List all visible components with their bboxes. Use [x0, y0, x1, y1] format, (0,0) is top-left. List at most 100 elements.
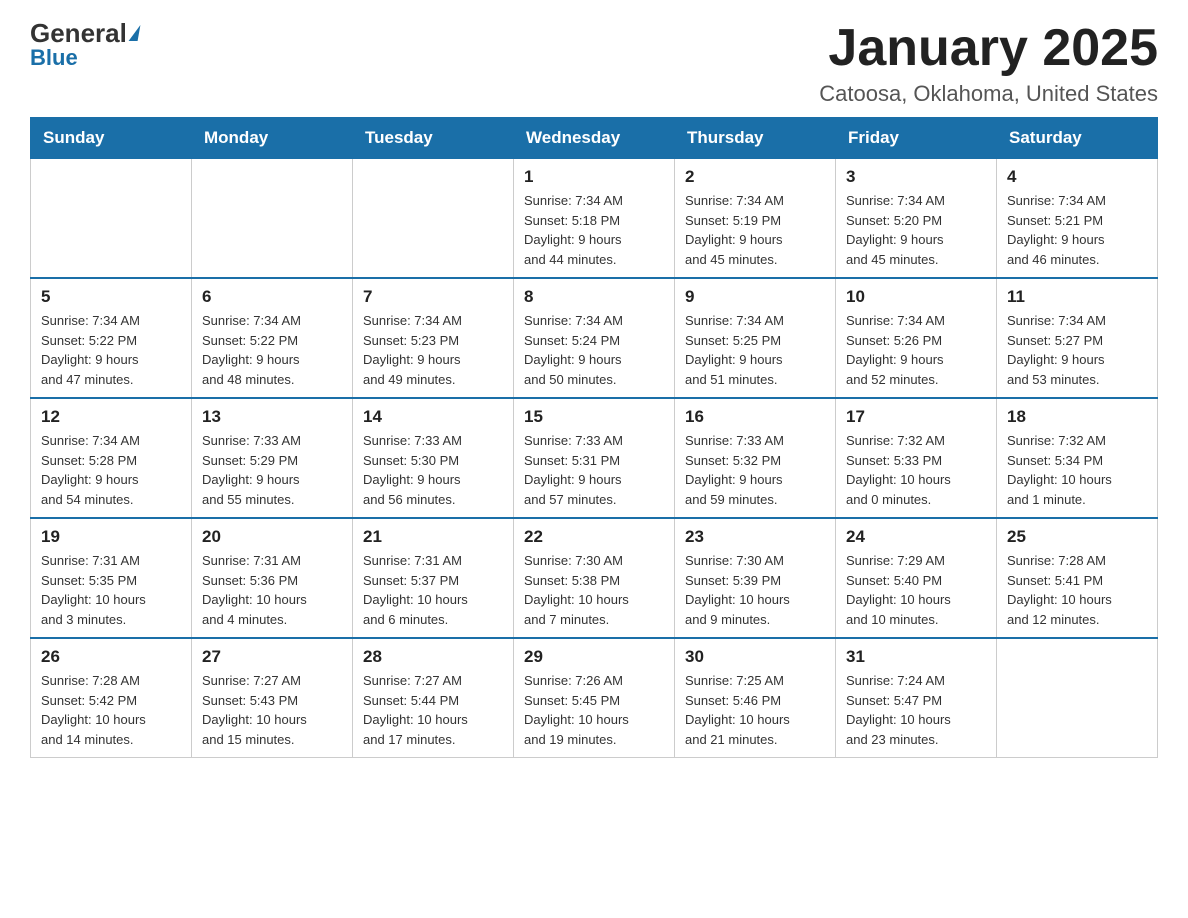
calendar-cell: 9 Sunrise: 7:34 AM Sunset: 5:25 PM Daylig… — [675, 278, 836, 398]
day-number: 21 — [363, 527, 503, 547]
calendar-week-row: 1 Sunrise: 7:34 AM Sunset: 5:18 PM Daylig… — [31, 159, 1158, 279]
title-block: January 2025 Catoosa, Oklahoma, United S… — [819, 20, 1158, 107]
day-info: Sunrise: 7:34 AM Sunset: 5:27 PM Dayligh… — [1007, 311, 1147, 389]
day-info: Sunrise: 7:27 AM Sunset: 5:43 PM Dayligh… — [202, 671, 342, 749]
day-info: Sunrise: 7:34 AM Sunset: 5:21 PM Dayligh… — [1007, 191, 1147, 269]
calendar-cell: 17 Sunrise: 7:32 AM Sunset: 5:33 PM Dayli… — [836, 398, 997, 518]
calendar-cell: 23Sunrise: 7:30 AM Sunset: 5:39 PM Dayli… — [675, 518, 836, 638]
day-number: 5 — [41, 287, 181, 307]
day-info: Sunrise: 7:34 AM Sunset: 5:22 PM Dayligh… — [202, 311, 342, 389]
calendar-cell: 1 Sunrise: 7:34 AM Sunset: 5:18 PM Daylig… — [514, 159, 675, 279]
day-info: Sunrise: 7:34 AM Sunset: 5:28 PM Dayligh… — [41, 431, 181, 509]
day-info: Sunrise: 7:29 AM Sunset: 5:40 PM Dayligh… — [846, 551, 986, 629]
calendar-cell — [353, 159, 514, 279]
weekday-header-wednesday: Wednesday — [514, 118, 675, 159]
calendar-cell: 22 Sunrise: 7:30 AM Sunset: 5:38 PM Dayli… — [514, 518, 675, 638]
day-info: Sunrise: 7:27 AM Sunset: 5:44 PM Dayligh… — [363, 671, 503, 749]
day-number: 26 — [41, 647, 181, 667]
day-number: 23 — [685, 527, 825, 547]
calendar-cell: 14Sunrise: 7:33 AM Sunset: 5:30 PM Dayli… — [353, 398, 514, 518]
calendar-cell: 2Sunrise: 7:34 AM Sunset: 5:19 PM Daylig… — [675, 159, 836, 279]
day-number: 24 — [846, 527, 986, 547]
calendar-cell: 24 Sunrise: 7:29 AM Sunset: 5:40 PM Dayli… — [836, 518, 997, 638]
calendar-table: SundayMondayTuesdayWednesdayThursdayFrid… — [30, 117, 1158, 758]
calendar-cell: 16 Sunrise: 7:33 AM Sunset: 5:32 PM Dayli… — [675, 398, 836, 518]
day-info: Sunrise: 7:34 AM Sunset: 5:26 PM Dayligh… — [846, 311, 986, 389]
day-number: 7 — [363, 287, 503, 307]
day-info: Sunrise: 7:24 AM Sunset: 5:47 PM Dayligh… — [846, 671, 986, 749]
calendar-week-row: 12 Sunrise: 7:34 AM Sunset: 5:28 PM Dayli… — [31, 398, 1158, 518]
calendar-cell: 21 Sunrise: 7:31 AM Sunset: 5:37 PM Dayli… — [353, 518, 514, 638]
day-number: 12 — [41, 407, 181, 427]
day-info: Sunrise: 7:33 AM Sunset: 5:32 PM Dayligh… — [685, 431, 825, 509]
calendar-week-row: 19Sunrise: 7:31 AM Sunset: 5:35 PM Dayli… — [31, 518, 1158, 638]
day-info: Sunrise: 7:31 AM Sunset: 5:36 PM Dayligh… — [202, 551, 342, 629]
calendar-cell: 12 Sunrise: 7:34 AM Sunset: 5:28 PM Dayli… — [31, 398, 192, 518]
day-number: 20 — [202, 527, 342, 547]
calendar-cell: 29 Sunrise: 7:26 AM Sunset: 5:45 PM Dayli… — [514, 638, 675, 758]
day-info: Sunrise: 7:34 AM Sunset: 5:25 PM Dayligh… — [685, 311, 825, 389]
calendar-cell — [31, 159, 192, 279]
weekday-header-monday: Monday — [192, 118, 353, 159]
day-info: Sunrise: 7:34 AM Sunset: 5:23 PM Dayligh… — [363, 311, 503, 389]
logo: General Blue — [30, 20, 139, 69]
day-number: 9 — [685, 287, 825, 307]
day-number: 1 — [524, 167, 664, 187]
day-number: 28 — [363, 647, 503, 667]
weekday-header-thursday: Thursday — [675, 118, 836, 159]
day-info: Sunrise: 7:26 AM Sunset: 5:45 PM Dayligh… — [524, 671, 664, 749]
day-info: Sunrise: 7:33 AM Sunset: 5:29 PM Dayligh… — [202, 431, 342, 509]
day-number: 29 — [524, 647, 664, 667]
day-number: 4 — [1007, 167, 1147, 187]
page-header: General Blue January 2025 Catoosa, Oklah… — [30, 20, 1158, 107]
weekday-header-tuesday: Tuesday — [353, 118, 514, 159]
day-info: Sunrise: 7:32 AM Sunset: 5:33 PM Dayligh… — [846, 431, 986, 509]
day-number: 22 — [524, 527, 664, 547]
day-number: 2 — [685, 167, 825, 187]
day-number: 27 — [202, 647, 342, 667]
location-subtitle: Catoosa, Oklahoma, United States — [819, 81, 1158, 107]
calendar-header-row: SundayMondayTuesdayWednesdayThursdayFrid… — [31, 118, 1158, 159]
logo-triangle-icon — [128, 25, 140, 41]
day-info: Sunrise: 7:30 AM Sunset: 5:38 PM Dayligh… — [524, 551, 664, 629]
day-info: Sunrise: 7:34 AM Sunset: 5:24 PM Dayligh… — [524, 311, 664, 389]
day-number: 30 — [685, 647, 825, 667]
calendar-cell: 31 Sunrise: 7:24 AM Sunset: 5:47 PM Dayli… — [836, 638, 997, 758]
calendar-cell: 20 Sunrise: 7:31 AM Sunset: 5:36 PM Dayli… — [192, 518, 353, 638]
day-info: Sunrise: 7:28 AM Sunset: 5:42 PM Dayligh… — [41, 671, 181, 749]
calendar-cell: 25 Sunrise: 7:28 AM Sunset: 5:41 PM Dayli… — [997, 518, 1158, 638]
calendar-cell: 30 Sunrise: 7:25 AM Sunset: 5:46 PM Dayli… — [675, 638, 836, 758]
month-year-title: January 2025 — [819, 20, 1158, 77]
day-number: 17 — [846, 407, 986, 427]
day-number: 6 — [202, 287, 342, 307]
calendar-cell: 15Sunrise: 7:33 AM Sunset: 5:31 PM Dayli… — [514, 398, 675, 518]
calendar-cell: 3Sunrise: 7:34 AM Sunset: 5:20 PM Daylig… — [836, 159, 997, 279]
calendar-cell: 6 Sunrise: 7:34 AM Sunset: 5:22 PM Daylig… — [192, 278, 353, 398]
calendar-cell: 13 Sunrise: 7:33 AM Sunset: 5:29 PM Dayli… — [192, 398, 353, 518]
day-info: Sunrise: 7:28 AM Sunset: 5:41 PM Dayligh… — [1007, 551, 1147, 629]
day-info: Sunrise: 7:34 AM Sunset: 5:18 PM Dayligh… — [524, 191, 664, 269]
calendar-week-row: 5 Sunrise: 7:34 AM Sunset: 5:22 PM Daylig… — [31, 278, 1158, 398]
weekday-header-sunday: Sunday — [31, 118, 192, 159]
calendar-cell — [192, 159, 353, 279]
day-number: 8 — [524, 287, 664, 307]
day-info: Sunrise: 7:33 AM Sunset: 5:30 PM Dayligh… — [363, 431, 503, 509]
calendar-cell — [997, 638, 1158, 758]
calendar-cell: 10Sunrise: 7:34 AM Sunset: 5:26 PM Dayli… — [836, 278, 997, 398]
day-info: Sunrise: 7:32 AM Sunset: 5:34 PM Dayligh… — [1007, 431, 1147, 509]
calendar-week-row: 26 Sunrise: 7:28 AM Sunset: 5:42 PM Dayli… — [31, 638, 1158, 758]
day-number: 31 — [846, 647, 986, 667]
day-number: 16 — [685, 407, 825, 427]
day-info: Sunrise: 7:25 AM Sunset: 5:46 PM Dayligh… — [685, 671, 825, 749]
logo-blue-label: Blue — [30, 47, 139, 69]
calendar-cell: 7 Sunrise: 7:34 AM Sunset: 5:23 PM Daylig… — [353, 278, 514, 398]
calendar-cell: 8 Sunrise: 7:34 AM Sunset: 5:24 PM Daylig… — [514, 278, 675, 398]
day-number: 25 — [1007, 527, 1147, 547]
day-number: 13 — [202, 407, 342, 427]
weekday-header-friday: Friday — [836, 118, 997, 159]
calendar-cell: 11 Sunrise: 7:34 AM Sunset: 5:27 PM Dayli… — [997, 278, 1158, 398]
day-info: Sunrise: 7:31 AM Sunset: 5:37 PM Dayligh… — [363, 551, 503, 629]
calendar-cell: 28 Sunrise: 7:27 AM Sunset: 5:44 PM Dayli… — [353, 638, 514, 758]
day-number: 11 — [1007, 287, 1147, 307]
calendar-cell: 26 Sunrise: 7:28 AM Sunset: 5:42 PM Dayli… — [31, 638, 192, 758]
